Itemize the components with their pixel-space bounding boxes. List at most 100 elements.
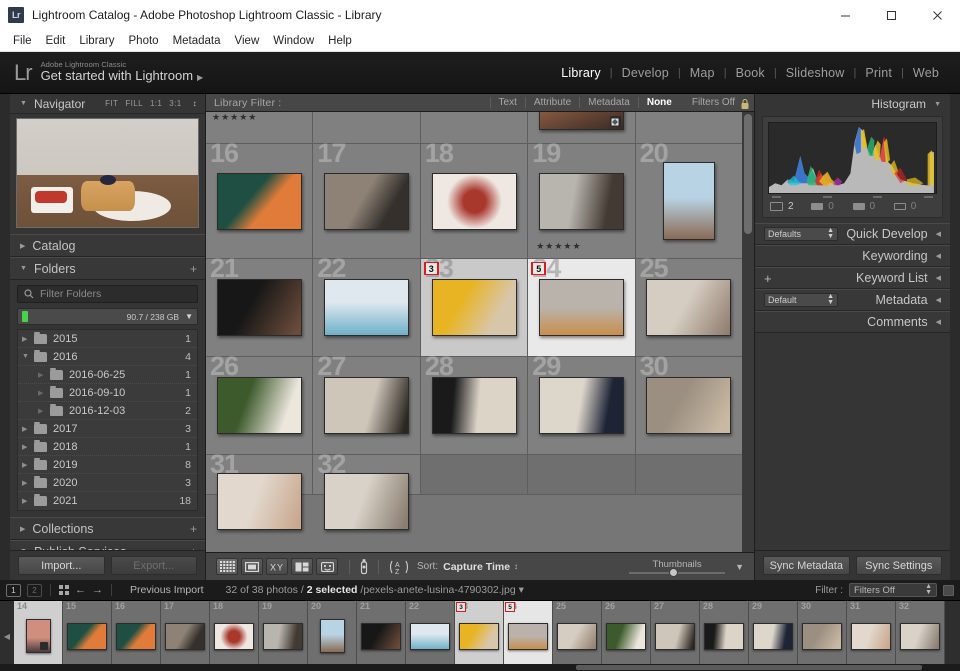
filmstrip-item[interactable]: 30: [798, 601, 847, 671]
menu-view[interactable]: View: [228, 33, 267, 49]
module-web[interactable]: Web: [904, 66, 948, 80]
filmstrip-item[interactable]: 27: [651, 601, 700, 671]
photo-thumbnail[interactable]: [324, 377, 410, 434]
filmstrip-thumbnail[interactable]: [25, 619, 51, 653]
filmstrip-thumbnail[interactable]: [319, 619, 345, 653]
slider-knob[interactable]: [669, 567, 679, 577]
grid-cell[interactable]: 23 3: [420, 255, 529, 356]
keywording-section[interactable]: Keywording ◀: [755, 245, 950, 267]
display-1-button[interactable]: 1: [6, 583, 21, 597]
catalog-section-header[interactable]: ▶ Catalog: [10, 234, 205, 257]
filter-tab-attribute[interactable]: Attribute: [524, 97, 579, 108]
loupe-view-icon[interactable]: [241, 558, 263, 575]
grid-scrollbar[interactable]: [742, 112, 754, 552]
metadata-section[interactable]: Default ▲ ▼ Metadata ◀: [755, 289, 950, 311]
module-map[interactable]: Map: [681, 66, 724, 80]
add-collection-icon[interactable]: +: [190, 522, 197, 536]
minimize-button[interactable]: [822, 0, 868, 30]
grid-cell[interactable]: 20: [635, 140, 743, 258]
grid-cell[interactable]: 16: [206, 140, 314, 258]
folder-row[interactable]: ▶ 2017 3: [18, 420, 197, 438]
grid-cell[interactable]: 32: [313, 451, 421, 530]
filmstrip-item[interactable]: 29: [749, 601, 798, 671]
stepper-icon[interactable]: ▲ ▼: [827, 293, 834, 307]
filmstrip-item[interactable]: 17: [161, 601, 210, 671]
menu-help[interactable]: Help: [321, 33, 359, 49]
filmstrip-thumbnail[interactable]: [459, 622, 499, 650]
menu-window[interactable]: Window: [266, 33, 321, 49]
toolbar-options-caret[interactable]: ▼: [735, 562, 744, 572]
filmstrip-item[interactable]: 32: [896, 601, 945, 671]
chevron-down-icon[interactable]: ▼: [20, 265, 27, 272]
filmstrip-filter-select[interactable]: Filters Off ▲ ▼: [849, 583, 937, 597]
photo-badge[interactable]: 5: [531, 262, 547, 275]
photo-badge[interactable]: 3: [456, 602, 466, 612]
comments-section[interactable]: Comments ◀: [755, 311, 950, 333]
stepper-icon[interactable]: ▲ ▼: [925, 583, 932, 597]
filmstrip-item[interactable]: 15: [63, 601, 112, 671]
volume-browser[interactable]: 90.7 / 238 GB ▼: [17, 308, 198, 325]
folder-row[interactable]: ▶ 2016-06-25 1: [18, 366, 197, 384]
photo-thumbnail[interactable]: [324, 279, 410, 336]
add-keyword-icon[interactable]: +: [764, 271, 772, 286]
photo-thumbnail[interactable]: [538, 279, 624, 336]
sync-metadata-button[interactable]: Sync Metadata: [763, 556, 850, 575]
menu-photo[interactable]: Photo: [122, 33, 166, 49]
photo-thumbnail[interactable]: [216, 377, 302, 434]
menu-file[interactable]: File: [6, 33, 39, 49]
play-arrow-icon[interactable]: ▶: [197, 73, 203, 82]
filters-state-label[interactable]: Filters Off: [692, 97, 735, 108]
people-view-icon[interactable]: [316, 558, 338, 575]
filmstrip-item[interactable]: 25: [553, 601, 602, 671]
chevron-left-icon[interactable]: ◀: [936, 296, 941, 304]
grid-cell[interactable]: 17: [313, 140, 421, 258]
photo-badge-icon[interactable]: [609, 116, 621, 127]
filmstrip-item[interactable]: 26: [602, 601, 651, 671]
crop-stat[interactable]: 2: [770, 201, 811, 212]
grid-cell[interactable]: 18: [420, 140, 529, 258]
filmstrip-item[interactable]: 21: [357, 601, 406, 671]
grid-cell[interactable]: 21: [206, 255, 314, 356]
grid-cell[interactable]: 22: [313, 255, 421, 356]
folder-row[interactable]: ▶ 2018 1: [18, 438, 197, 456]
chevron-right-icon[interactable]: ▶: [20, 525, 25, 533]
folder-twisty[interactable]: ▶: [22, 425, 34, 433]
filmstrip-thumbnail[interactable]: [802, 622, 842, 650]
survey-view-icon[interactable]: [291, 558, 313, 575]
spray-can-icon[interactable]: [358, 558, 370, 575]
identity-plate[interactable]: Lr Adobe Lightroom Classic Get started w…: [14, 60, 203, 85]
filmstrip-thumbnail[interactable]: [606, 622, 646, 650]
grid-cell[interactable]: 25: [635, 255, 743, 356]
sync-settings-button[interactable]: Sync Settings: [855, 556, 942, 575]
zoom-fill[interactable]: FILL: [125, 99, 143, 108]
grid-cell[interactable]: 26: [206, 353, 314, 454]
folder-row[interactable]: ▶ 2020 3: [18, 474, 197, 492]
maximize-button[interactable]: [868, 0, 914, 30]
back-arrow-icon[interactable]: ←: [75, 584, 86, 596]
folder-row[interactable]: ▶ 2019 8: [18, 456, 197, 474]
filmstrip-thumbnail[interactable]: [753, 622, 793, 650]
photo-thumbnail[interactable]: [538, 377, 624, 434]
right-panel-edge[interactable]: [950, 94, 960, 580]
redeye-stat[interactable]: 0: [893, 201, 935, 212]
grid-scrollbar-thumb[interactable]: [744, 114, 752, 234]
filmstrip-item[interactable]: 233: [455, 601, 504, 671]
quick-develop-preset-select[interactable]: Defaults ▲ ▼: [764, 227, 838, 241]
collections-section-header[interactable]: ▶ Collections +: [10, 517, 205, 540]
filter-folders-input[interactable]: Filter Folders: [17, 285, 198, 303]
filmstrip-item[interactable]: 245: [504, 601, 553, 671]
filmstrip-thumbnail[interactable]: [410, 622, 450, 650]
menu-library[interactable]: Library: [72, 33, 121, 49]
photo-thumbnail[interactable]: [324, 172, 410, 230]
photo-thumbnail[interactable]: [431, 377, 517, 434]
chevron-down-icon[interactable]: ▼: [934, 101, 941, 108]
filmstrip-thumbnail[interactable]: [165, 622, 205, 650]
filmstrip-item[interactable]: 14: [14, 601, 63, 671]
menu-edit[interactable]: Edit: [39, 33, 73, 49]
photo-thumbnail[interactable]: [662, 162, 715, 240]
folder-twisty[interactable]: ▶: [22, 497, 34, 505]
status-caret-icon[interactable]: ▾: [519, 584, 524, 596]
folder-twisty[interactable]: ▶: [22, 443, 34, 451]
photo-badge-icon[interactable]: [39, 642, 48, 650]
chevron-right-icon[interactable]: ▶: [20, 242, 25, 250]
